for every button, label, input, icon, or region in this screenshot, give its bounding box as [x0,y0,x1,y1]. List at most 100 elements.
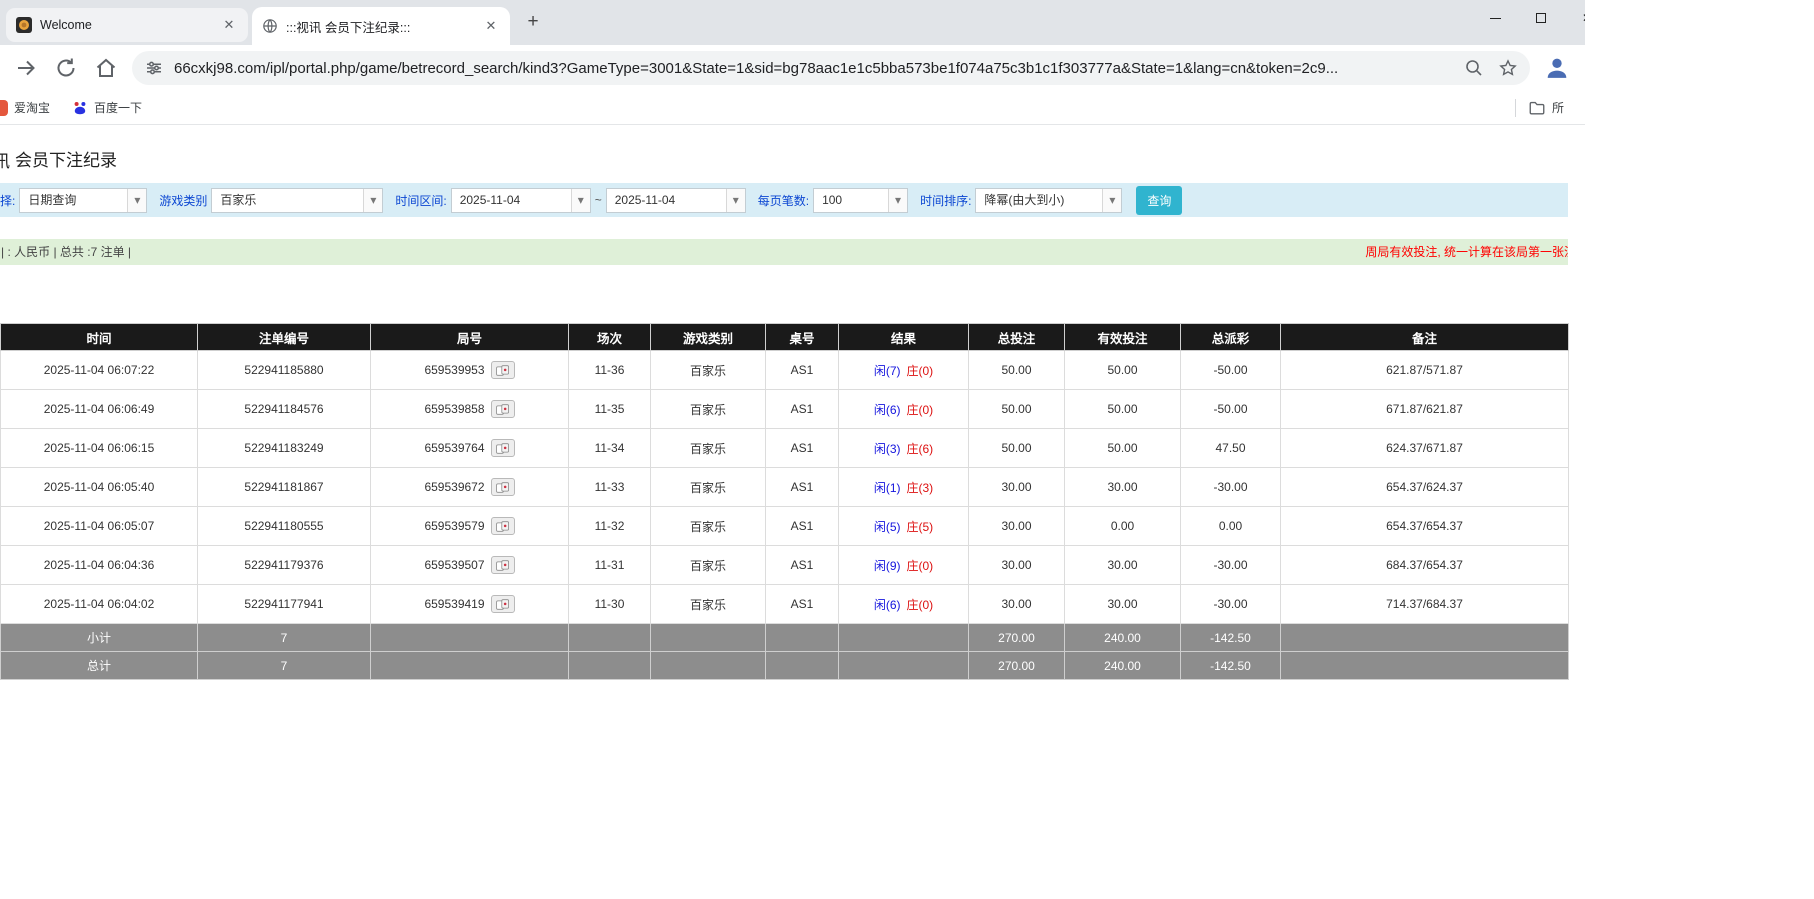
round-number: 659539672 [424,480,485,494]
cell-time: 2025-11-04 06:06:15 [0,428,198,468]
cell-bet-id: 522941180555 [197,506,371,546]
result-banker: 庄(0) [906,363,934,378]
site-settings-icon[interactable] [144,58,164,78]
cell-bet-id: 522941184576 [197,389,371,429]
new-tab-button[interactable]: + [520,10,546,36]
cell-remark: 624.37/671.87 [1280,428,1569,468]
home-icon[interactable] [94,56,118,80]
round-video-cards-icon[interactable] [490,439,515,457]
col-game-type: 游戏类别 [650,323,766,351]
url-bar[interactable]: 66cxkj98.com/ipl/portal.php/game/betreco… [132,51,1530,85]
bookmark-aitaobao[interactable]: 爱淘宝 [0,99,50,116]
minimize-button[interactable] [1472,2,1518,34]
cell-game-type: 百家乐 [650,428,766,468]
round-video-cards-icon[interactable] [490,595,515,613]
all-bookmarks-label[interactable]: 所 [1552,99,1569,116]
cell-table-no: AS1 [765,584,839,624]
bet-record-row: 2025-11-04 06:05:07 522941180555 659539579… [0,506,1569,546]
result-player: 闲(7) [873,363,901,378]
date-range-tilde: ~ [594,193,602,207]
game-type-select[interactable]: 百家乐 [211,187,384,213]
all-bookmarks-folder-icon[interactable] [1528,99,1546,117]
cell-table-no: AS1 [765,467,839,507]
tab-close-icon[interactable]: ✕ [220,16,238,34]
bookmark-baidu[interactable]: 百度一下 [72,99,142,116]
cell-total-bet[interactable]: 50.00 [968,428,1065,468]
bet-record-row: 2025-11-04 06:04:02 522941177941 659539419… [0,584,1569,624]
search-button[interactable]: 查询 [1136,185,1183,215]
cell-session: 11-35 [568,389,651,429]
round-video-cards-icon[interactable] [490,361,515,379]
table-footer: 小计 7 270.00 240.00 -142.50 总计 7 270.00 2… [0,623,1569,680]
close-button[interactable]: ✕ [1564,2,1585,34]
filter-bar: 择: 日期查询 游戏类别 百家乐 时间区间: 2025-11-04 ~ 2025… [0,183,1568,217]
currency-summary-text: | : 人民币 | 总共 :7 注单 | [1,245,132,259]
game-type-label: 游戏类别 [159,193,208,208]
tab-close-icon[interactable]: ✕ [482,17,500,35]
zoom-icon[interactable] [1464,58,1484,78]
col-valid-bet: 有效投注 [1064,323,1181,351]
col-time: 时间 [0,323,198,351]
round-video-cards-icon[interactable] [490,478,515,496]
date-to-select[interactable]: 2025-11-04 [605,187,746,213]
cell-remark: 621.87/571.87 [1280,350,1569,390]
cell-session: 11-31 [568,545,651,585]
info-notice-text: 周局有效投注, 统一计算在该局第一张注 [1365,245,1568,259]
subtotal-valid-bet: 240.00 [1064,623,1181,652]
globe-icon [262,18,278,34]
bet-record-row: 2025-11-04 06:06:15 522941183249 659539764… [0,428,1569,468]
cell-game-type: 百家乐 [650,389,766,429]
round-video-cards-icon[interactable] [490,400,515,418]
empty-cell [765,623,839,652]
tab-bet-records[interactable]: :::视讯 会员下注纪录::: ✕ [252,7,510,45]
query-type-select[interactable]: 日期查询 [19,187,148,213]
subtotal-row: 小计 7 270.00 240.00 -142.50 [0,623,1569,652]
cell-remark: 684.37/654.37 [1280,545,1569,585]
cell-valid-bet: 30.00 [1064,545,1181,585]
bookmark-star-icon[interactable] [1498,58,1518,78]
cell-round: 659539764 [370,428,569,468]
cell-round: 659539507 [370,545,569,585]
col-result: 结果 [838,323,969,351]
col-payout: 总派彩 [1180,323,1281,351]
cell-result: 闲(1) 庄(3) [838,467,969,507]
cell-total-bet[interactable]: 30.00 [968,545,1065,585]
cell-total-bet[interactable]: 30.00 [968,467,1065,507]
profile-avatar-icon[interactable] [1543,54,1571,82]
sort-order-select[interactable]: 降幂(由大到小) [975,187,1123,213]
round-cell-inner: 659539579 [371,517,568,535]
page-title: 会员下注纪录 [15,150,117,170]
round-video-cards-icon[interactable] [490,556,515,574]
forward-icon[interactable] [14,56,38,80]
cell-session: 11-36 [568,350,651,390]
round-video-cards-icon[interactable] [490,517,515,535]
cell-table-no: AS1 [765,545,839,585]
reload-icon[interactable] [54,56,78,80]
result-banker: 庄(0) [906,597,934,612]
empty-cell [370,623,569,652]
cell-valid-bet: 30.00 [1064,584,1181,624]
cell-remark: 654.37/654.37 [1280,506,1569,546]
date-from-select[interactable]: 2025-11-04 [450,187,591,213]
cell-result: 闲(6) 庄(0) [838,389,969,429]
bet-record-row: 2025-11-04 06:05:40 522941181867 659539672… [0,467,1569,507]
result-banker: 庄(5) [906,519,934,534]
url-text[interactable]: 66cxkj98.com/ipl/portal.php/game/betreco… [174,60,1454,77]
cell-time: 2025-11-04 06:05:07 [0,506,198,546]
date-range-label: 时间区间: [395,193,447,208]
cell-valid-bet: 0.00 [1064,506,1181,546]
cell-bet-id: 522941185880 [197,350,371,390]
empty-cell [765,651,839,680]
cell-total-bet[interactable]: 30.00 [968,584,1065,624]
page-size-select[interactable]: 100 [813,187,909,213]
result-banker: 庄(0) [906,558,934,573]
tab-welcome[interactable]: Welcome ✕ [6,8,248,42]
cell-remark: 654.37/624.37 [1280,467,1569,507]
maximize-button[interactable] [1518,2,1564,34]
cell-total-bet[interactable]: 50.00 [968,350,1065,390]
result-banker: 庄(3) [906,480,934,495]
cell-total-bet[interactable]: 50.00 [968,389,1065,429]
cell-total-bet[interactable]: 30.00 [968,506,1065,546]
empty-cell [650,651,766,680]
cell-bet-id: 522941177941 [197,584,371,624]
